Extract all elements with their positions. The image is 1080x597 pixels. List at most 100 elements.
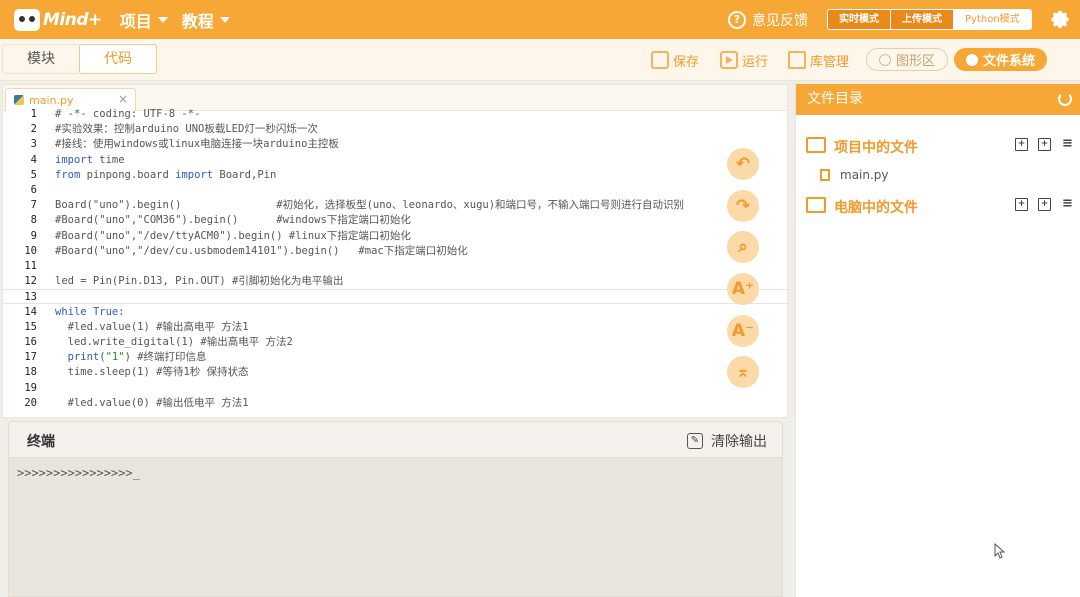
mode-realtime[interactable]: 实时模式 (828, 10, 891, 29)
line-number: 18 (24, 366, 37, 379)
line-code: time.sleep(1) #等待1秒 保持状态 (55, 366, 249, 379)
tab-blocks[interactable]: 模块 (2, 44, 80, 74)
code-line[interactable]: 15 #led.value(1) #输出高电平 方法1 (3, 320, 787, 335)
clear-output-button[interactable]: ✎ 清除输出 (687, 431, 767, 451)
line-code: led = Pin(Pin.D13, Pin.OUT) #引脚初始化为电平输出 (55, 275, 344, 288)
code-line[interactable]: 12 led = Pin(Pin.D13, Pin.OUT) #引脚初始化为电平输… (3, 274, 787, 289)
feedback-label: 意见反馈 (752, 12, 808, 29)
line-code: Board("uno").begin() #初始化，选择板型(uno、leona… (55, 199, 685, 212)
library-manager-button[interactable]: 库管理 (788, 49, 849, 71)
font-decrease-button[interactable]: A⁻ (727, 315, 759, 347)
menu-tutorial[interactable]: 教程 (182, 8, 230, 32)
code-line[interactable]: 1 # -*- coding: UTF-8 -*- (3, 107, 787, 122)
line-code: #led.value(1) #输出高电平 方法1 (55, 320, 249, 333)
code-line[interactable]: 20 #led.value(0) #输出低电平 方法1 (3, 396, 787, 411)
undo-icon: ↶ (735, 154, 751, 174)
computer-files-section[interactable]: 电脑中的文件 + + ≡ (796, 194, 1080, 218)
feedback-button[interactable]: ? 意见反馈 (728, 0, 808, 39)
help-circle-icon: ? (728, 10, 746, 29)
code-line[interactable]: 8 #Board("uno","COM36").begin() #windows下… (3, 213, 787, 228)
scroll-top-button[interactable]: ⌅ (727, 356, 759, 388)
new-file-icon[interactable]: + (1015, 138, 1028, 151)
line-number: 10 (24, 244, 37, 257)
new-file-icon[interactable]: + (1015, 198, 1028, 211)
search-icon: ⌕ (738, 237, 748, 257)
line-number: 4 (30, 153, 37, 166)
computer-files-actions: + + ≡ (1015, 197, 1080, 211)
line-number: 11 (24, 260, 37, 272)
save-icon (651, 51, 669, 69)
mode-upload[interactable]: 上传模式 (891, 10, 954, 29)
line-number: 13 (24, 291, 37, 304)
code-line[interactable]: 7 Board("uno").begin() #初始化，选择板型(uno、leon… (3, 198, 787, 213)
project-files-actions: + + ≡ (1015, 137, 1080, 151)
code-line[interactable]: 19 (3, 381, 787, 396)
font-increase-icon: A⁺ (731, 279, 755, 299)
code-line[interactable]: 14 while True: (3, 305, 787, 320)
line-code: #Board("uno","COM36").begin() #windows下指… (55, 214, 411, 227)
gear-icon[interactable] (1049, 8, 1071, 30)
file-tab-label: main.py (29, 93, 74, 107)
code-line[interactable]: 5 from pinpong.board import Board,Pin (3, 168, 787, 183)
line-number: 17 (24, 351, 37, 364)
line-code: print("1") #终端打印信息 (67, 351, 207, 364)
file-system-label: 文件系统 (983, 54, 1036, 69)
menu-project[interactable]: 项目 (120, 8, 168, 32)
line-number: 2 (30, 123, 37, 136)
code-line[interactable]: 2 #实验效果：控制arduino UNO板载LED灯一秒闪烁一次 (3, 122, 787, 137)
line-code: #led.value(0) #输出低电平 方法1 (55, 396, 249, 409)
file-directory-title: 文件目录 (807, 91, 863, 107)
menu-icon[interactable]: ≡ (1061, 137, 1074, 151)
chevron-down-icon (219, 16, 230, 23)
search-button[interactable]: ⌕ (727, 231, 759, 263)
line-number: 5 (30, 168, 37, 181)
file-system-button[interactable]: 文件系统 (954, 48, 1048, 71)
tab-code[interactable]: 代码 (79, 44, 157, 74)
code-line[interactable]: 6 (3, 183, 787, 198)
code-line[interactable]: 13 (3, 289, 787, 305)
project-files-section[interactable]: 项目中的文件 + + ≡ (796, 134, 1080, 158)
file-item-main[interactable]: main.py (820, 168, 889, 182)
font-increase-button[interactable]: A⁺ (727, 273, 759, 305)
python-file-icon (14, 95, 24, 105)
refresh-icon[interactable] (1058, 92, 1072, 106)
undo-button[interactable]: ↶ (727, 148, 759, 180)
code-area[interactable]: 1 # -*- coding: UTF-8 -*- 2 #实验效果：控制arduino… (3, 108, 787, 417)
redo-button[interactable]: ↷ (727, 190, 759, 222)
code-line[interactable]: 11 (3, 259, 787, 274)
terminal-output[interactable]: >>>>>>>>>>>>>>>>_ (8, 457, 783, 597)
file-directory-panel: 文件目录 项目中的文件 + + ≡ main.py 电脑中的文件 + + ≡ (795, 84, 1080, 597)
line-number: 7 (30, 199, 37, 212)
scroll-top-icon: ⌅ (735, 362, 751, 382)
line-code: #实验效果：控制arduino UNO板载LED灯一秒闪烁一次 (55, 123, 318, 136)
file-item-label: main.py (840, 168, 889, 182)
code-line[interactable]: 16 led.write_digital(1) #输出高电平 方法2 (3, 335, 787, 350)
line-number: 9 (30, 229, 37, 242)
line-number: 1 (30, 108, 37, 120)
line-number: 3 (30, 138, 37, 151)
new-folder-icon[interactable]: + (1038, 138, 1051, 151)
app-logo[interactable]: Mind+ (14, 0, 102, 39)
top-bar: Mind+ 项目 教程 ? 意见反馈 实时模式 上传模式 Python模式 (0, 0, 1080, 39)
run-button[interactable]: 运行 (720, 49, 768, 71)
new-folder-icon[interactable]: + (1038, 198, 1051, 211)
graph-area-button[interactable]: 图形区 (866, 48, 949, 71)
code-line[interactable]: 4 import time (3, 153, 787, 168)
code-line[interactable]: 9 #Board("uno","/dev/ttyACM0").begin() #l… (3, 229, 787, 244)
top-menu: 项目 教程 (120, 8, 244, 32)
code-line[interactable]: 17 print("1") #终端打印信息 (3, 350, 787, 365)
code-line[interactable]: 10 #Board("uno","/dev/cu.usbmodem14101").… (3, 244, 787, 259)
mouse-cursor-icon (994, 543, 1006, 559)
mode-python[interactable]: Python模式 (954, 10, 1031, 29)
clear-output-label: 清除输出 (711, 434, 767, 450)
list-icon (806, 137, 826, 153)
close-icon[interactable]: × (118, 92, 128, 106)
code-line[interactable]: 3 #接线：使用windows或linux电脑连接一块arduino主控板 (3, 137, 787, 152)
save-label: 保存 (673, 54, 700, 70)
library-icon (788, 51, 806, 69)
code-line[interactable]: 18 time.sleep(1) #等待1秒 保持状态 (3, 365, 787, 380)
line-code: import time (55, 153, 125, 166)
menu-icon[interactable]: ≡ (1061, 197, 1074, 211)
chevron-down-icon (157, 16, 168, 23)
save-button[interactable]: 保存 (651, 49, 699, 71)
